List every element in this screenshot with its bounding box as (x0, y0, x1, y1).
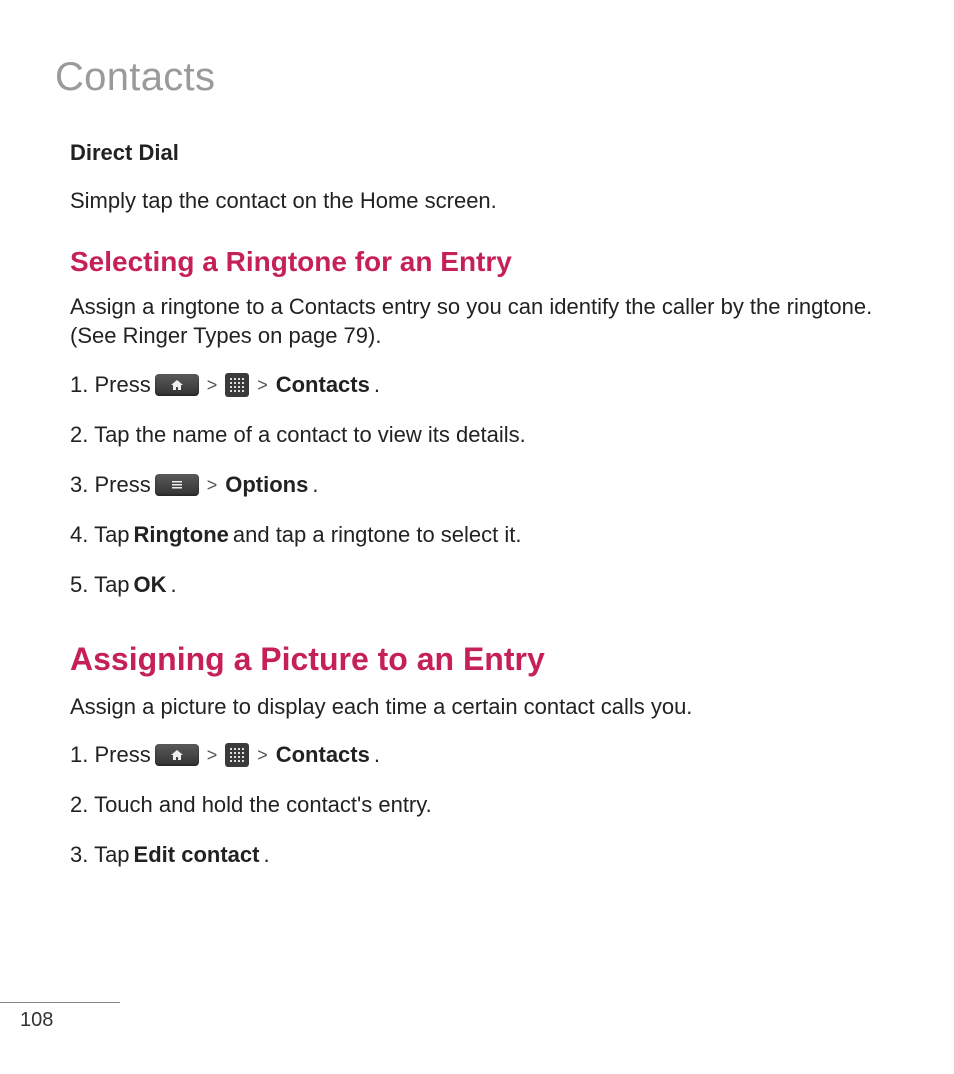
step-text: . (312, 469, 318, 501)
step-bold: Contacts (276, 739, 370, 771)
step-text: . (374, 739, 380, 771)
picture-intro: Assign a picture to display each time a … (70, 692, 894, 722)
step-text: 4. Tap (70, 519, 130, 551)
manual-page: Contacts Direct Dial Simply tap the cont… (0, 0, 954, 1074)
step-bold: OK (134, 569, 167, 601)
step-text: 2. Tap the name of a contact to view its… (70, 419, 526, 451)
step-text: 2. Touch and hold the contact's entry. (70, 789, 432, 821)
page-number: 108 (20, 1009, 120, 1032)
step-text: and tap a ringtone to select it. (233, 519, 522, 551)
picture-heading: Assigning a Picture to an Entry (70, 641, 894, 678)
step-text: 5. Tap (70, 569, 130, 601)
picture-step-1: 1. Press > > Contacts. (70, 739, 894, 771)
step-text: 1. Press (70, 369, 151, 401)
chevron-icon: > (253, 742, 272, 768)
ringtone-step-4: 4. Tap Ringtone and tap a ringtone to se… (70, 519, 894, 551)
chevron-icon: > (253, 372, 272, 398)
ringtone-step-1: 1. Press > > Contacts. (70, 369, 894, 401)
direct-dial-body: Simply tap the contact on the Home scree… (70, 186, 894, 216)
chevron-icon: > (203, 372, 222, 398)
chevron-icon: > (203, 742, 222, 768)
home-button-icon (155, 374, 199, 396)
step-bold: Ringtone (134, 519, 229, 551)
step-text: 3. Press (70, 469, 151, 501)
step-text: 3. Tap (70, 839, 130, 871)
ringtone-step-2: 2. Tap the name of a contact to view its… (70, 419, 894, 451)
ringtone-heading: Selecting a Ringtone for an Entry (70, 246, 894, 278)
step-bold: Options (225, 469, 308, 501)
step-text: . (263, 839, 269, 871)
apps-grid-icon (225, 743, 249, 767)
step-bold: Edit contact (134, 839, 260, 871)
step-text: . (171, 569, 177, 601)
step-text: . (374, 369, 380, 401)
step-text: 1. Press (70, 739, 151, 771)
home-button-icon (155, 744, 199, 766)
page-footer: 108 (0, 1002, 120, 1032)
ringtone-step-3: 3. Press > Options. (70, 469, 894, 501)
picture-step-3: 3. Tap Edit contact. (70, 839, 894, 871)
apps-grid-icon (225, 373, 249, 397)
ringtone-intro: Assign a ringtone to a Contacts entry so… (70, 292, 894, 351)
step-bold: Contacts (276, 369, 370, 401)
direct-dial-heading: Direct Dial (70, 140, 894, 166)
ringtone-step-5: 5. Tap OK. (70, 569, 894, 601)
page-title: Contacts (55, 55, 894, 100)
chevron-icon: > (203, 472, 222, 498)
picture-step-2: 2. Touch and hold the contact's entry. (70, 789, 894, 821)
menu-button-icon (155, 474, 199, 496)
